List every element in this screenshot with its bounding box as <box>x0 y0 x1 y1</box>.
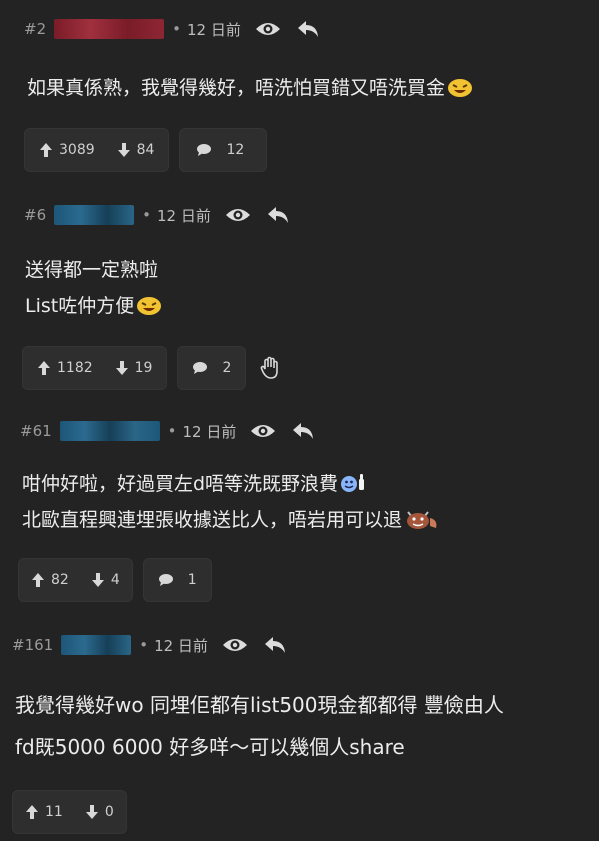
post-line: 北歐直程興連埋張收據送比人，唔岩用可以退 <box>22 502 599 538</box>
upvote-count: 11 <box>45 804 63 820</box>
post-line: 送得都一定熟啦 <box>25 259 159 281</box>
upvote-icon[interactable] <box>25 804 39 820</box>
comment-count: 12 <box>226 142 245 158</box>
post-content: 送得都一定熟啦 List咗仲方便 <box>0 252 599 324</box>
post-content: 咁仲好啦，好過買左d唔等洗既野浪費 北歐直程興連埋張收據送比人，唔岩用可以退 <box>0 466 599 538</box>
vote-pill: 11 0 <box>12 790 127 834</box>
vote-pill: 82 4 <box>18 558 133 602</box>
comment-icon <box>197 144 212 156</box>
post-meta: #161 • 12 日前 <box>0 630 599 660</box>
vote-pill: 1182 19 <box>22 346 168 390</box>
reply-icon[interactable] <box>262 632 288 658</box>
separator-dot: • <box>142 206 151 224</box>
post-time: 12 日前 <box>186 20 241 39</box>
reply-icon[interactable] <box>265 202 291 228</box>
post-time: 12 日前 <box>182 422 237 441</box>
post-actions: 11 0 <box>0 790 599 834</box>
downvote-count: 19 <box>134 360 153 376</box>
separator-dot: • <box>167 422 177 440</box>
post-actions: 82 4 1 <box>0 558 599 602</box>
post-meta: #6 • 12 日前 <box>0 200 599 230</box>
downvote-icon[interactable] <box>85 804 99 820</box>
comments-button[interactable]: 12 <box>179 128 268 172</box>
post-actions: 3089 84 12 <box>0 128 599 172</box>
post-61: #61 • 12 日前 咁仲好啦，好過買左d唔等洗既野浪費 北歐直程興連埋張收據… <box>0 416 599 602</box>
upvote-icon[interactable] <box>37 360 51 376</box>
post-number: #6 <box>24 206 47 224</box>
post-line: 如果真係熟，我覺得幾好，唔洗怕買錯又唔洗買金 <box>27 70 599 106</box>
laughing-face-icon <box>136 292 162 315</box>
comment-count: 1 <box>187 572 197 588</box>
downvote-icon[interactable] <box>91 572 105 588</box>
upvote-count: 1182 <box>57 360 93 376</box>
post-content: 如果真係熟，我覺得幾好，唔洗怕買錯又唔洗買金 <box>0 70 599 106</box>
comments-button[interactable]: 2 <box>177 346 247 390</box>
devil-face-icon <box>404 506 440 529</box>
thumbs-face-icon <box>340 470 366 492</box>
downvote-icon[interactable] <box>117 142 131 158</box>
post-line: 我覺得幾好wo 同埋佢都有list500現金都都得 豐儉由人 <box>15 693 504 717</box>
post-number: #2 <box>24 20 47 38</box>
comment-icon <box>193 362 208 374</box>
downvote-icon[interactable] <box>115 360 129 376</box>
post-line: 咁仲好啦，好過買左d唔等洗既野浪費 <box>22 466 599 502</box>
comment-icon <box>158 574 173 586</box>
post-number: #161 <box>12 636 54 654</box>
vote-pill: 3089 84 <box>24 128 170 172</box>
post-161: #161 • 12 日前 我覺得幾好wo 同埋佢都有list500現金都都得 豐… <box>0 630 599 834</box>
comment-count: 2 <box>222 360 232 376</box>
eye-icon[interactable] <box>222 632 248 658</box>
post-meta: #2 • 12 日前 <box>0 14 599 44</box>
upvote-count: 82 <box>51 572 69 588</box>
reply-icon[interactable] <box>290 418 316 444</box>
post-number: #61 <box>20 422 52 440</box>
post-content: 我覺得幾好wo 同埋佢都有list500現金都都得 豐儉由人 fd既5000 6… <box>0 684 599 768</box>
eye-icon[interactable] <box>255 16 281 42</box>
post-line: fd既5000 6000 好多咩～可以幾個人share <box>15 735 405 759</box>
username-blurred[interactable] <box>54 19 165 39</box>
laughing-face-icon <box>447 74 473 97</box>
username-blurred[interactable] <box>54 205 135 225</box>
upvote-icon[interactable] <box>39 142 53 158</box>
username-blurred[interactable] <box>61 635 132 655</box>
post-time: 12 日前 <box>154 636 208 655</box>
post-2: #2 • 12 日前 如果真係熟，我覺得幾好，唔洗怕買錯又唔洗買金 3089 8… <box>0 14 599 172</box>
post-6: #6 • 12 日前 送得都一定熟啦 List咗仲方便 1182 19 2 <box>0 200 599 390</box>
downvote-count: 0 <box>104 804 114 820</box>
post-time: 12 日前 <box>156 206 211 225</box>
post-meta: #61 • 12 日前 <box>0 416 599 446</box>
hand-icon[interactable] <box>256 353 286 383</box>
post-line: List咗仲方便 <box>25 288 599 324</box>
downvote-count: 84 <box>136 142 155 158</box>
username-blurred[interactable] <box>59 421 160 441</box>
upvote-icon[interactable] <box>31 572 45 588</box>
post-actions: 1182 19 2 <box>0 346 599 390</box>
comments-button[interactable]: 1 <box>142 558 212 602</box>
downvote-count: 4 <box>110 572 120 588</box>
reply-icon[interactable] <box>295 16 321 42</box>
separator-dot: • <box>172 20 181 38</box>
separator-dot: • <box>139 636 149 654</box>
upvote-count: 3089 <box>59 142 95 158</box>
eye-icon[interactable] <box>225 202 251 228</box>
eye-icon[interactable] <box>250 418 276 444</box>
